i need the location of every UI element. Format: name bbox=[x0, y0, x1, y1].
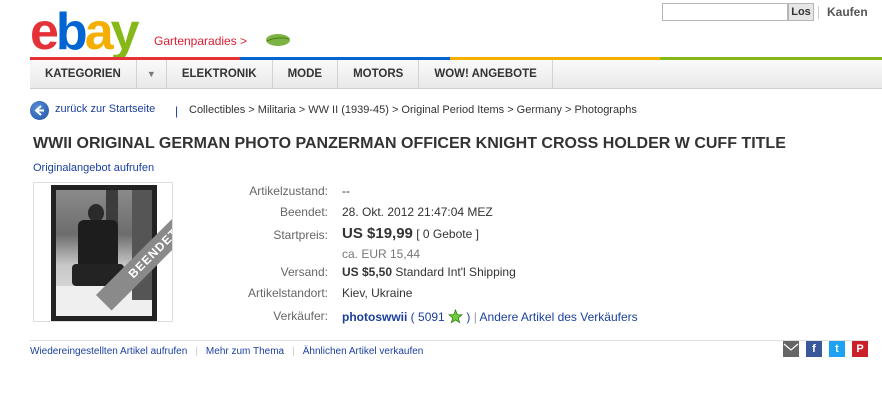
ended-value: 28. Okt. 2012 21:47:04 MEZ bbox=[342, 205, 493, 219]
footer-links: Wiedereingestellten Artikel aufrufen | Meh… bbox=[30, 346, 423, 357]
facebook-icon[interactable]: f bbox=[806, 341, 822, 357]
seller-separator: | bbox=[473, 310, 477, 324]
nav-elektronik[interactable]: ELEKTRONIK bbox=[167, 60, 273, 89]
logo-letter-e: e bbox=[30, 3, 59, 61]
star-icon[interactable] bbox=[448, 309, 464, 324]
condition-value: -- bbox=[342, 184, 350, 198]
seller-name-link[interactable]: photoswwii bbox=[342, 310, 407, 324]
logo-letter-y: y bbox=[110, 3, 140, 61]
condition-label: Artikelzustand: bbox=[249, 184, 328, 198]
footer-separator: | bbox=[195, 346, 198, 357]
footer-separator: | bbox=[292, 346, 295, 357]
breadcrumb[interactable]: Collectibles > Militaria > WW II (1939-4… bbox=[189, 104, 637, 116]
header-divider bbox=[818, 6, 819, 19]
leaf-icon bbox=[266, 34, 290, 46]
start-price-value: US $19,99 bbox=[342, 225, 413, 242]
bids-count: [ 0 Gebote ] bbox=[416, 227, 479, 241]
seller-label: Verkäufer: bbox=[273, 309, 328, 323]
feedback-score-link[interactable]: 5091 bbox=[418, 310, 445, 324]
mail-icon[interactable] bbox=[783, 341, 799, 357]
shipping-value: US $5,50 bbox=[342, 265, 393, 279]
category-nav: KATEGORIEN ▼ ELEKTRONIK MODE MOTORS WOW!… bbox=[30, 60, 882, 89]
logo-letter-b: b bbox=[55, 3, 88, 61]
location-label: Artikelstandort: bbox=[247, 286, 328, 300]
ended-label: Beendet: bbox=[279, 205, 328, 219]
nav-mode[interactable]: MODE bbox=[273, 60, 339, 89]
location-value: Kiev, Ukraine bbox=[342, 286, 413, 300]
ebay-logo[interactable]: ebay bbox=[30, 3, 140, 61]
page-title: WWII ORIGINAL GERMAN PHOTO PANZERMAN OFF… bbox=[33, 135, 786, 152]
shipping-method: Standard Int'l Shipping bbox=[395, 265, 516, 279]
footer: Wiedereingestellten Artikel aufrufen | Meh… bbox=[30, 340, 870, 360]
store-link[interactable]: Gartenparadies > bbox=[154, 34, 247, 48]
search-input[interactable] bbox=[662, 3, 788, 21]
item-image[interactable]: BEENDET bbox=[33, 182, 173, 322]
photo-person-body bbox=[78, 220, 118, 268]
nav-wow-angebote[interactable]: WOW! ANGEBOTE bbox=[419, 60, 553, 89]
more-on-topic-link[interactable]: Mehr zum Thema bbox=[206, 346, 284, 357]
approx-price: ca. EUR 15,44 bbox=[342, 247, 421, 261]
search-button[interactable]: Los bbox=[788, 3, 814, 21]
back-to-home-link[interactable]: zurück zur Startseite bbox=[55, 103, 155, 115]
start-price-label: Startpreis: bbox=[273, 228, 328, 242]
buy-link[interactable]: Kaufen bbox=[827, 5, 868, 19]
original-listing-link[interactable]: Originalangebot aufrufen bbox=[33, 162, 154, 174]
shipping-label: Versand: bbox=[280, 265, 328, 279]
feedback-close: ) bbox=[466, 310, 471, 324]
nav-kategorien[interactable]: KATEGORIEN bbox=[30, 60, 137, 89]
relisted-item-link[interactable]: Wiedereingestellten Artikel aufrufen bbox=[30, 346, 187, 357]
back-arrow-icon[interactable] bbox=[30, 101, 49, 120]
chevron-down-icon[interactable]: ▼ bbox=[137, 60, 167, 89]
feedback-open: ( bbox=[410, 310, 415, 324]
nav-motors[interactable]: MOTORS bbox=[338, 60, 420, 89]
twitter-icon[interactable]: t bbox=[829, 341, 845, 357]
start-price-group: US $19,99 [ 0 Gebote ] bbox=[342, 225, 602, 242]
other-items-link[interactable]: Andere Artikel des Verkäufers bbox=[480, 310, 638, 324]
logo-letter-a: a bbox=[84, 3, 114, 61]
seller-group: photoswwii ( 5091 ) | Andere Artikel des… bbox=[342, 309, 702, 324]
pinterest-icon[interactable]: P bbox=[852, 341, 868, 357]
shipping-group: US $5,50 Standard Int'l Shipping bbox=[342, 265, 602, 279]
breadcrumb-separator: | bbox=[175, 104, 179, 118]
sell-similar-link[interactable]: Ähnlichen Artikel verkaufen bbox=[303, 346, 424, 357]
